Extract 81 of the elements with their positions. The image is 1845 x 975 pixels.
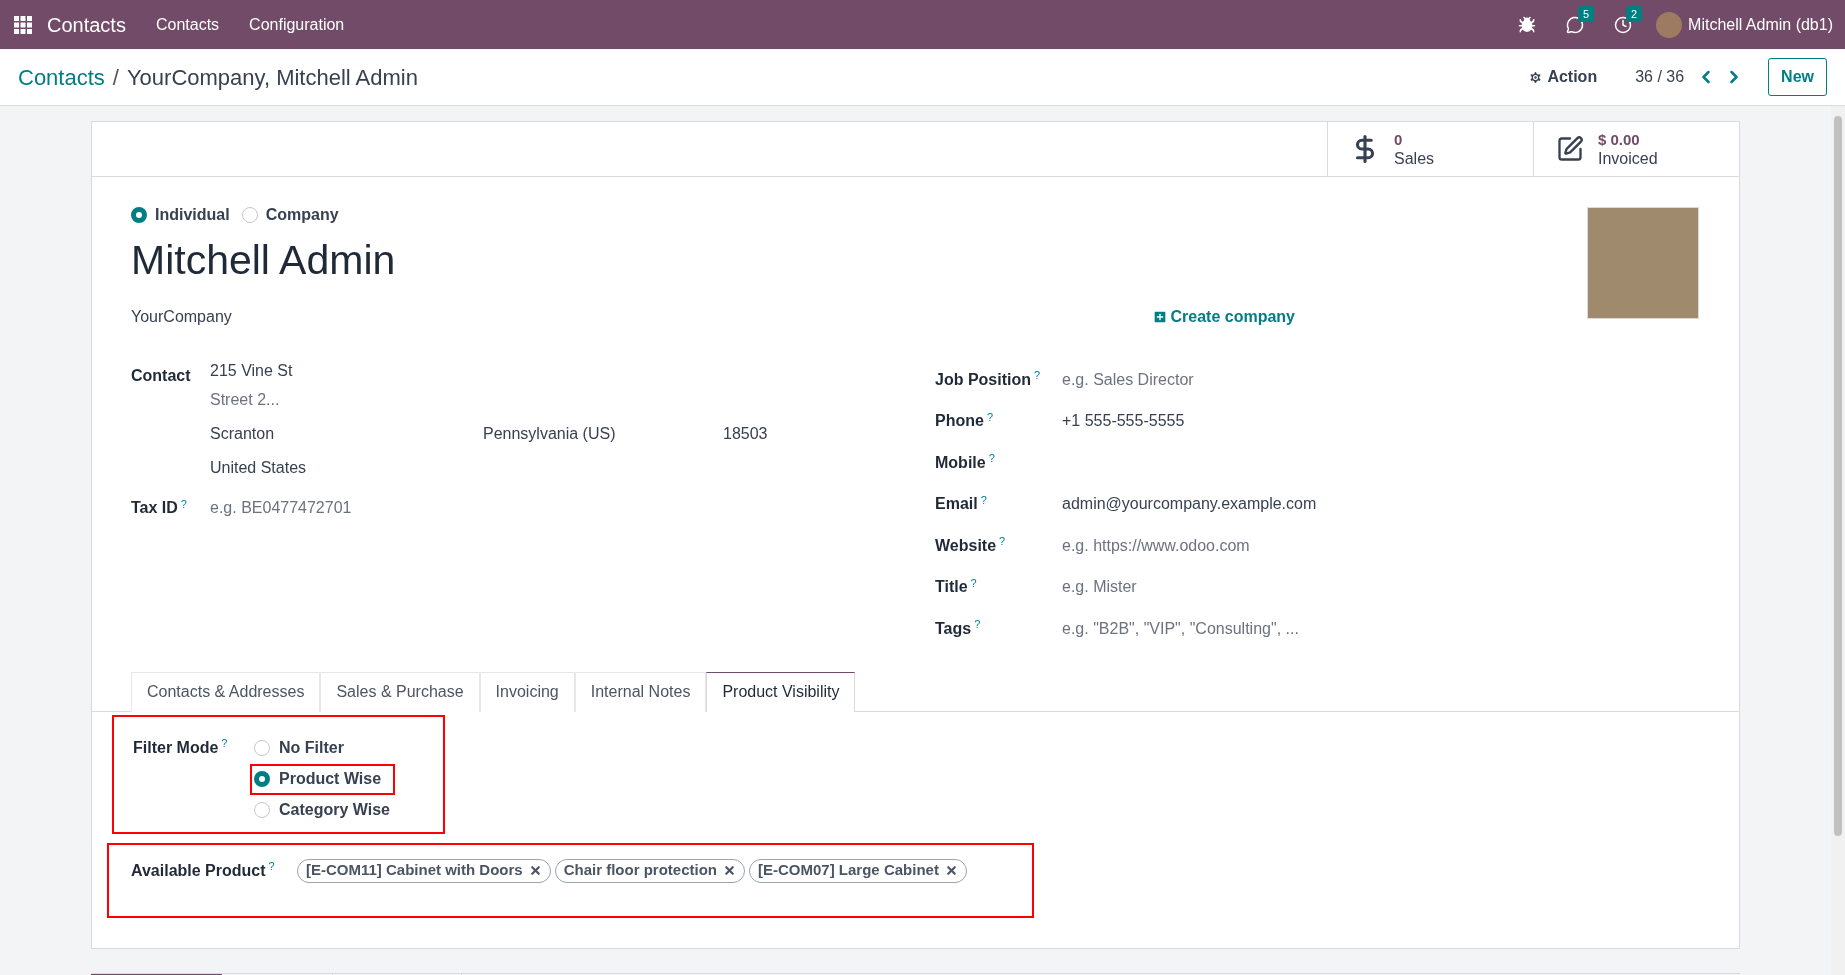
help-tooltip[interactable]: ? — [268, 860, 275, 872]
edit-icon — [1556, 135, 1584, 163]
count-badge: 5 — [1578, 5, 1595, 22]
stat-button[interactable]: 0 Sales — [1327, 122, 1533, 176]
notebook-tab[interactable]: Contacts & Addresses — [131, 671, 321, 712]
stat-button[interactable]: $ 0.00 Invoiced — [1533, 122, 1739, 176]
text-field[interactable]: Street 2... — [210, 388, 630, 412]
remove-icon[interactable] — [528, 864, 542, 877]
help-tooltip[interactable]: ? — [986, 410, 993, 423]
chat-icon[interactable] — [1566, 15, 1585, 34]
notebook-tab[interactable]: Invoicing — [479, 671, 575, 712]
text-field[interactable]: e.g. Sales Director — [1062, 367, 1482, 392]
field-label: Tags $^{?}$ — [935, 617, 982, 639]
notebook-tab[interactable]: Product Visibility — [706, 671, 856, 712]
field-label: Tax ID $^{?}$ — [131, 496, 188, 518]
breadcrumb-current: YourCompany, Mitchell Admin — [126, 63, 418, 92]
stat-value: 0 — [1394, 130, 1404, 149]
help-tooltip[interactable]: ? — [180, 497, 187, 510]
help-tooltip[interactable]: ? — [980, 493, 987, 506]
user-menu[interactable]: Mitchell Admin (db1) — [1688, 12, 1833, 37]
new-button[interactable]: New — [1768, 58, 1827, 96]
breadcrumb-link[interactable]: Contacts — [18, 60, 105, 94]
scrollbar[interactable] — [1831, 106, 1845, 975]
field-label: Job Position $^{?}$ — [935, 368, 1042, 390]
breadcrumb-separator: / — [112, 63, 119, 92]
notebook-tab[interactable]: Sales & Purchase — [320, 671, 480, 712]
field-label: Email $^{?}$ — [935, 492, 988, 515]
radio-button[interactable] — [254, 802, 270, 818]
clock-icon[interactable] — [1614, 15, 1633, 34]
help-tooltip[interactable]: ? — [988, 452, 995, 465]
action-button[interactable]: Action — [1528, 65, 1598, 89]
remove-icon[interactable] — [723, 864, 737, 877]
radio-button[interactable] — [254, 740, 270, 756]
plus-icon — [1151, 309, 1168, 325]
menu-item[interactable]: Contacts — [155, 12, 220, 37]
company-name[interactable]: YourCompany — [131, 305, 1152, 329]
text-field[interactable]: Pennsylvania (US) — [483, 422, 723, 446]
text-field[interactable]: admin@yourcompany.example.com — [1062, 492, 1482, 517]
text-field[interactable]: Scranton — [210, 422, 483, 446]
filter-option[interactable]: Category Wise — [250, 794, 395, 826]
menu-item[interactable]: Configuration — [249, 12, 345, 37]
field-label: Contact — [131, 366, 192, 386]
field-label: Available Product $^{?}$ — [131, 859, 276, 881]
filter-option[interactable]: Product Wise — [250, 763, 395, 795]
count-badge: 2 — [1626, 5, 1643, 22]
radio-button[interactable] — [254, 771, 270, 787]
create-company-link[interactable]: Create company — [1151, 305, 1295, 329]
help-tooltip[interactable]: ? — [221, 737, 228, 749]
contact-name[interactable]: Mitchell Admin — [131, 235, 1587, 285]
text-field[interactable]: e.g. https://www.odoo.com — [1062, 533, 1482, 558]
stat-value: $ 0.00 — [1598, 130, 1641, 149]
text-field[interactable]: United States — [210, 456, 630, 480]
radio-button[interactable] — [241, 207, 258, 223]
text-field[interactable]: e.g. BE0477472701 — [210, 496, 630, 520]
text-field[interactable]: e.g. "B2B", "VIP", "Consulting", ... — [1062, 616, 1482, 641]
gear-icon — [1528, 69, 1544, 85]
stat-label: Invoiced — [1598, 149, 1658, 168]
radio-button[interactable] — [131, 207, 147, 223]
field-label: Website $^{?}$ — [935, 534, 1007, 556]
help-tooltip[interactable]: ? — [1034, 369, 1041, 382]
notebook-tab[interactable]: Internal Notes — [574, 671, 707, 712]
bug-icon[interactable] — [1518, 15, 1537, 34]
text-field[interactable]: e.g. Mister — [1062, 575, 1482, 600]
pager-value[interactable]: 36 / 36 — [1635, 65, 1685, 89]
filter-option[interactable]: No Filter — [250, 732, 395, 764]
apps-grid-icon[interactable] — [14, 15, 32, 34]
field-label: Phone $^{?}$ — [935, 409, 994, 432]
help-tooltip[interactable]: ? — [974, 618, 981, 631]
help-tooltip[interactable]: ? — [970, 576, 977, 589]
radio-label[interactable]: Company — [265, 203, 339, 227]
text-field[interactable]: 18503 — [723, 422, 843, 446]
radio-label[interactable]: Individual — [155, 203, 230, 227]
help-tooltip[interactable]: ? — [999, 535, 1006, 548]
remove-icon[interactable] — [944, 864, 958, 877]
field-label: Mobile $^{?}$ — [935, 451, 996, 473]
app-brand[interactable]: Contacts — [47, 9, 126, 40]
field-label: Title $^{?}$ — [935, 575, 978, 598]
field-label: Filter Mode $^{?}$ — [133, 736, 229, 758]
text-field[interactable]: +1 555-555-5555 — [1062, 409, 1482, 434]
text-field[interactable]: 215 Vine St — [210, 359, 630, 383]
stat-label: Sales — [1394, 149, 1435, 168]
